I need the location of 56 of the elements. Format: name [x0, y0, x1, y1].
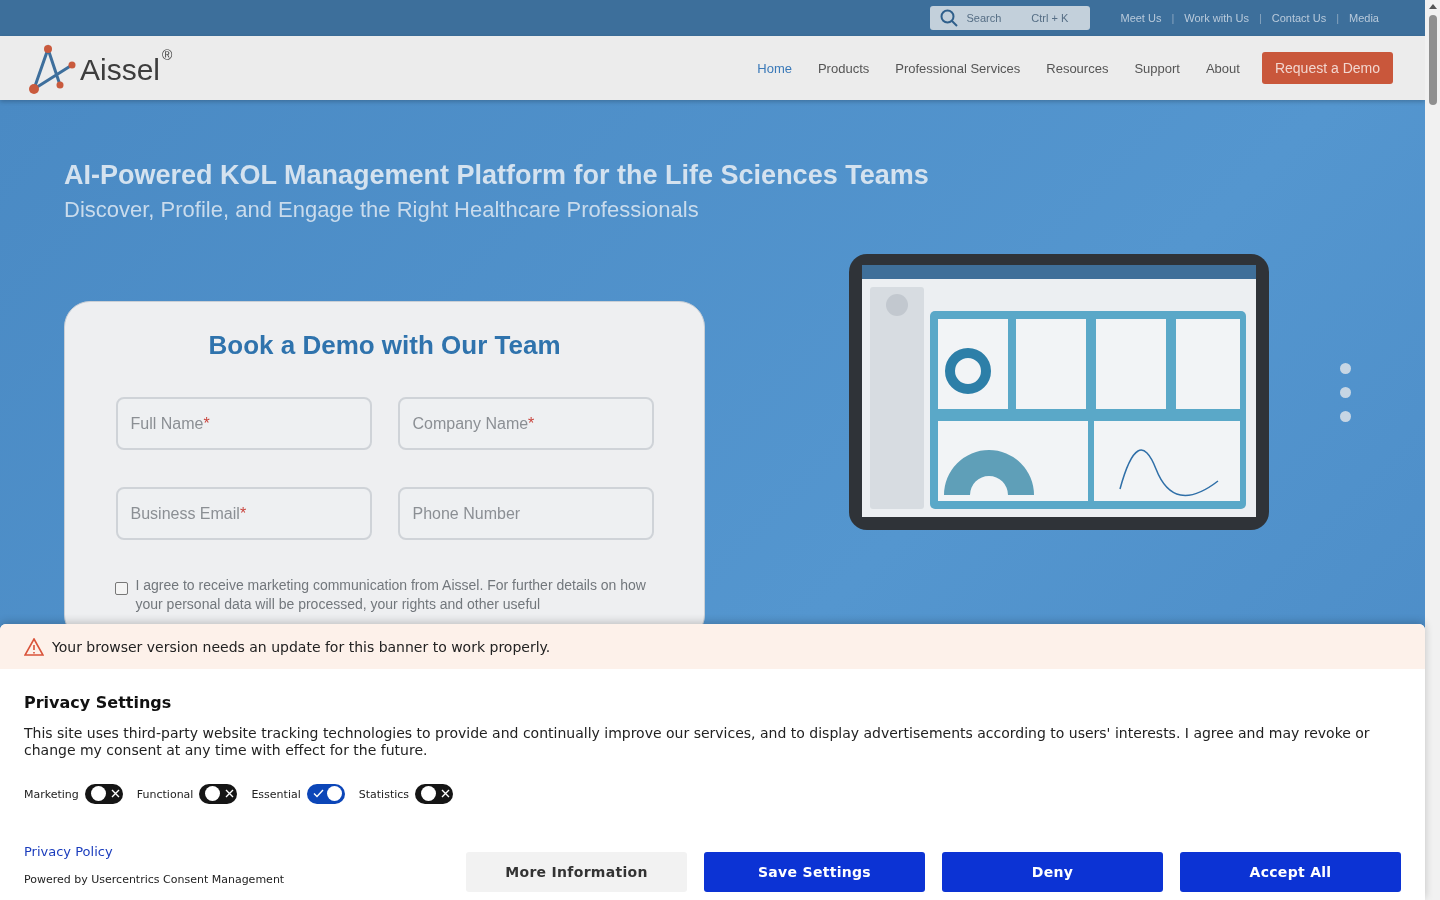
- nav-link[interactable]: Support: [1134, 60, 1180, 76]
- banner-title: Privacy Settings: [24, 693, 173, 712]
- input-field[interactable]: Full Name*: [115, 397, 372, 450]
- toggle-switch[interactable]: [415, 783, 454, 804]
- nav-link[interactable]: Resources: [1046, 60, 1109, 76]
- top-link[interactable]: Meet Us: [1120, 12, 1162, 24]
- request-demo-button[interactable]: Request a Demo: [1261, 52, 1393, 84]
- cross-icon: [225, 789, 235, 798]
- carousel-dot[interactable]: [1340, 411, 1351, 422]
- consent-button[interactable]: More Information: [466, 851, 687, 892]
- form-title: Book a Demo with Our Team: [208, 330, 561, 361]
- warning-icon: [24, 637, 44, 656]
- consent-button[interactable]: Save Settings: [704, 851, 925, 892]
- nav-link[interactable]: About: [1205, 60, 1240, 76]
- cross-icon: [110, 789, 120, 798]
- warning-text: Your browser version needs an update for this banner to work properly.: [52, 638, 551, 655]
- toggle-label: Functional: [136, 788, 194, 801]
- search-icon: [940, 9, 959, 27]
- powered-by-text: Powered by Usercentrics Consent Management: [24, 872, 286, 886]
- consent-button[interactable]: Deny: [942, 851, 1163, 892]
- check-icon: [312, 789, 324, 798]
- consent-text: I agree to receive marketing communication from Aissel. For further details on how your personal data will be processed, your rights and other useful: [135, 576, 647, 614]
- top-link[interactable]: Work with Us: [1184, 12, 1249, 24]
- carousel-dot[interactable]: [1340, 363, 1351, 374]
- nav-link[interactable]: Professional Services: [895, 60, 1021, 76]
- banner-text: This site uses third-party website tracking technologies to provide and continually improve our services, and to display advertisements according to users' interests. I agree and may revoke or change my consent at any time with effect for the future.: [24, 725, 1371, 759]
- hero-title: AI-Powered KOL Management Platform for the Life Sciences Teams: [64, 160, 930, 191]
- top-link[interactable]: Contact Us: [1271, 12, 1327, 24]
- search-placeholder: Search: [966, 12, 1002, 24]
- toggle-label: Essential: [251, 788, 301, 801]
- top-link[interactable]: Media: [1349, 12, 1379, 24]
- input-field[interactable]: Phone Number: [397, 487, 654, 540]
- search-field[interactable]: Search Ctrl + K: [930, 6, 1091, 30]
- cross-icon: [441, 789, 451, 798]
- toggle-label: Marketing: [24, 788, 79, 801]
- shortcut-hint: Ctrl + K: [1031, 12, 1069, 24]
- scrollbar-thumb[interactable]: [1428, 15, 1437, 105]
- toggle-label: Statistics: [358, 788, 410, 801]
- separator: |: [1171, 12, 1175, 24]
- logo-text: Aissel: [80, 53, 161, 87]
- input-field[interactable]: Company Name*: [397, 397, 654, 450]
- carousel-dot[interactable]: [1340, 387, 1351, 398]
- nav-link[interactable]: Products: [817, 60, 870, 76]
- nav-link[interactable]: Home: [757, 60, 792, 76]
- input-field[interactable]: Business Email*: [115, 487, 372, 540]
- separator: |: [1258, 12, 1262, 24]
- scroll-up-icon: [1428, 4, 1437, 9]
- toggle-switch[interactable]: [84, 783, 123, 804]
- registered-mark: ®: [162, 47, 173, 63]
- hero-subtitle: Discover, Profile, and Engage the Right Healthcare Professionals: [64, 197, 700, 223]
- separator: |: [1336, 12, 1340, 24]
- toggle-switch[interactable]: [306, 783, 345, 804]
- consent-button[interactable]: Accept All: [1180, 851, 1401, 892]
- consent-checkbox[interactable]: [114, 582, 128, 595]
- privacy-policy-link[interactable]: Privacy Policy: [24, 843, 466, 859]
- toggle-switch[interactable]: [199, 783, 238, 804]
